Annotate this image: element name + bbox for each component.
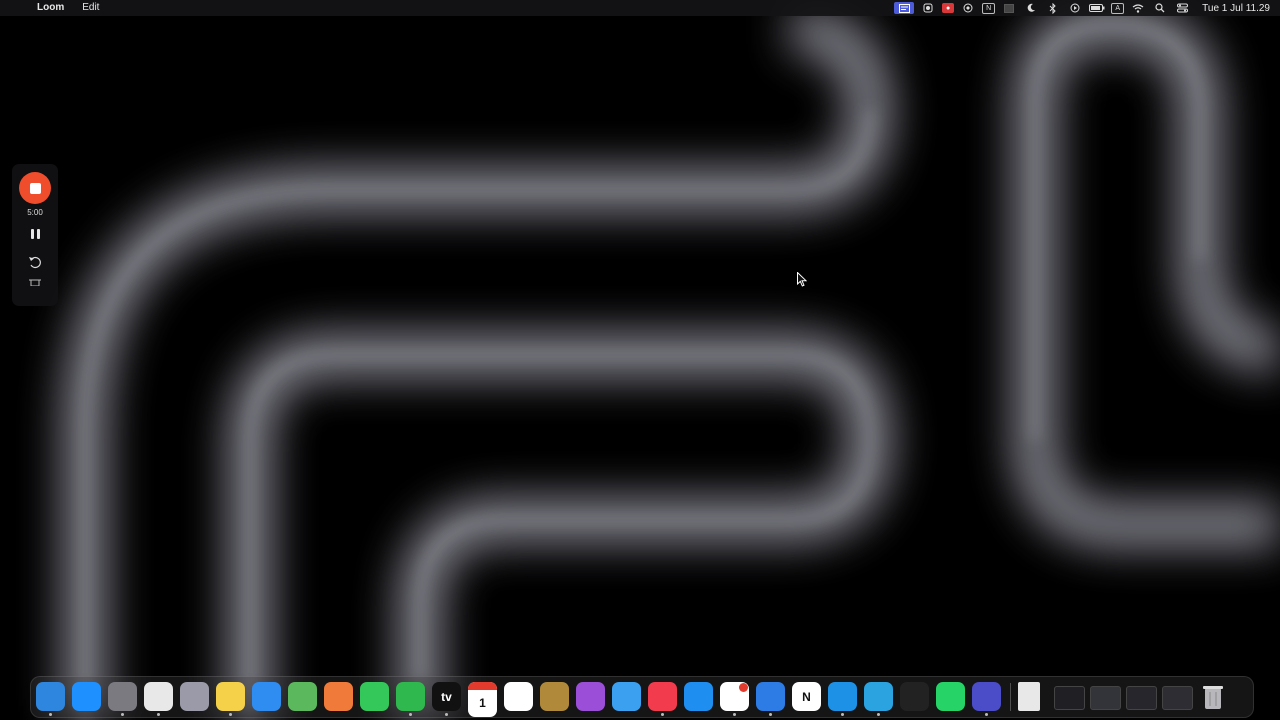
reminders-icon[interactable] xyxy=(504,682,533,711)
bluetooth-icon[interactable] xyxy=(1045,2,1061,14)
menu-edit[interactable]: Edit xyxy=(73,0,108,16)
calendar-icon[interactable]: 1 xyxy=(468,682,497,717)
freeform-icon[interactable] xyxy=(612,682,641,711)
wifi-icon[interactable] xyxy=(1130,2,1146,14)
recording-timer: 5:00 xyxy=(27,208,43,217)
running-indicator xyxy=(409,713,412,716)
tv-icon[interactable]: tv xyxy=(432,682,461,711)
document-icon[interactable] xyxy=(1018,682,1040,711)
stickies-icon[interactable] xyxy=(540,682,569,711)
desktop-wallpaper xyxy=(0,0,1280,720)
running-indicator xyxy=(733,713,736,716)
safari-icon[interactable] xyxy=(72,682,101,711)
app-store-icon[interactable] xyxy=(684,682,713,711)
dock-label: N xyxy=(802,689,811,704)
notion-icon[interactable]: N xyxy=(792,682,821,711)
stop-icon xyxy=(29,182,41,194)
running-indicator xyxy=(121,713,124,716)
trash-icon[interactable] xyxy=(1198,682,1227,711)
facetime-icon[interactable] xyxy=(396,682,425,711)
input-source-icon[interactable]: A xyxy=(1111,2,1125,14)
app-menu-loom[interactable]: Loom xyxy=(29,0,73,16)
telegram-icon[interactable] xyxy=(864,682,893,711)
photos-icon[interactable] xyxy=(324,682,353,711)
restart-recording-icon[interactable] xyxy=(27,254,43,270)
messages-icon[interactable] xyxy=(360,682,389,711)
loom-recording-controls: 5:00 xyxy=(12,164,58,306)
launchpad-icon[interactable] xyxy=(108,682,137,711)
window-thumbnail-icon[interactable] xyxy=(1054,686,1085,710)
mail-icon[interactable] xyxy=(252,682,281,711)
dock: tv 1 N xyxy=(30,676,1254,718)
stop-recording-button[interactable] xyxy=(19,172,51,204)
menu-bar: Loom Edit ● N A Tue 1 Jul 11.29 xyxy=(0,0,1280,16)
battery-icon[interactable] xyxy=(1089,2,1105,14)
vpn-icon[interactable] xyxy=(960,2,976,14)
notes-icon[interactable] xyxy=(216,682,245,711)
dock-separator xyxy=(1010,683,1011,711)
running-indicator xyxy=(49,713,52,716)
status-area: ● N A Tue 1 Jul 11.29 xyxy=(894,0,1270,16)
music-icon[interactable] xyxy=(648,682,677,711)
pause-recording-button[interactable] xyxy=(27,226,43,242)
control-center-icon[interactable] xyxy=(1174,2,1190,14)
running-indicator xyxy=(985,713,988,716)
maps-icon[interactable] xyxy=(288,682,317,711)
find-my-icon[interactable] xyxy=(756,682,785,711)
running-indicator xyxy=(841,713,844,716)
menu-bar-clock[interactable]: Tue 1 Jul 11.29 xyxy=(1202,3,1270,14)
record-indicator-icon[interactable]: ● xyxy=(942,3,955,13)
running-indicator xyxy=(229,713,232,716)
spotlight-search-icon[interactable] xyxy=(1152,2,1168,14)
delete-recording-icon[interactable] xyxy=(28,278,42,286)
window-thumbnail-icon[interactable] xyxy=(1162,686,1193,710)
dock-label: tv xyxy=(441,689,452,704)
focus-moon-icon[interactable] xyxy=(1023,2,1039,14)
loom-icon[interactable] xyxy=(894,2,915,14)
dock-label: 1 xyxy=(479,695,486,710)
running-indicator xyxy=(157,713,160,716)
docker-icon[interactable] xyxy=(828,682,857,711)
running-indicator xyxy=(661,713,664,716)
window-thumbnail-icon[interactable] xyxy=(1090,686,1121,710)
whatsapp-icon[interactable] xyxy=(936,682,965,711)
gear-icon[interactable] xyxy=(972,682,1001,711)
podcasts-icon[interactable] xyxy=(576,682,605,711)
window-thumbnail-icon[interactable] xyxy=(1126,686,1157,710)
window-icon[interactable] xyxy=(1001,2,1017,14)
notification-badge xyxy=(739,683,748,692)
play-icon[interactable] xyxy=(1067,2,1083,14)
running-indicator xyxy=(877,713,880,716)
unity-icon[interactable] xyxy=(900,682,929,711)
pause-icon xyxy=(30,229,34,239)
dock-icons: tv 1 N xyxy=(31,677,1253,717)
slack-icon[interactable] xyxy=(720,682,749,711)
mouse-pointer-icon xyxy=(797,272,807,287)
chrome-icon[interactable] xyxy=(144,682,173,711)
running-indicator xyxy=(769,713,772,716)
notion-status-icon[interactable]: N xyxy=(982,2,996,14)
screen-capture-icon[interactable] xyxy=(920,2,936,14)
preview-icon[interactable] xyxy=(180,682,209,711)
running-indicator xyxy=(445,713,448,716)
finder-icon[interactable] xyxy=(36,682,65,711)
